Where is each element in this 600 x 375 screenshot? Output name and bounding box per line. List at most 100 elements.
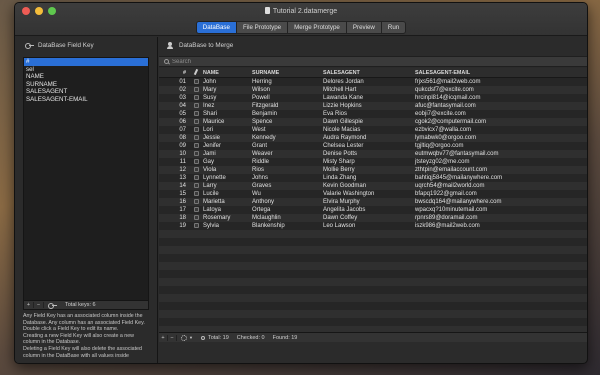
table-row[interactable]: 03 Susy Powell Lawanda Kane hrcinpl814@icqma… bbox=[159, 94, 587, 102]
table-row[interactable]: 02 Mary Wilson Mitchell Hart qukcdsf7@excite… bbox=[159, 86, 587, 94]
row-salesagent: Audra Raymond bbox=[323, 135, 367, 141]
row-checkbox[interactable] bbox=[193, 222, 199, 228]
row-checkbox[interactable] bbox=[193, 214, 199, 220]
table-row[interactable]: 10 Jami Weaver Denise Potts eutmwqbv77@fanta… bbox=[159, 150, 587, 158]
row-name: Inez bbox=[203, 103, 215, 109]
row-salesagent-email: bfapq1922@gmail.com bbox=[415, 191, 477, 197]
field-key-item[interactable]: SALESAGENT bbox=[24, 88, 148, 96]
tab-merge-prototype[interactable]: Merge Prototype bbox=[287, 21, 346, 34]
column-header-salesagent[interactable]: SALESAGENT bbox=[323, 70, 415, 76]
gear-icon[interactable] bbox=[181, 334, 187, 341]
table-row[interactable]: 17 Latoya Ortega Angelita Jacobs wpacxq?10mi… bbox=[159, 206, 587, 214]
tab-run[interactable]: Run bbox=[380, 21, 407, 34]
table-row[interactable]: 15 Lucile Wu Valarie Washington bfapq1922@gm… bbox=[159, 190, 587, 198]
column-header-salesagent-email[interactable]: SALESAGENT-EMAIL bbox=[415, 70, 587, 76]
table-row[interactable]: 07 Lori West Nicole Macias ezbvicx7@walla.co… bbox=[159, 126, 587, 134]
add-key-button[interactable]: + bbox=[24, 302, 34, 308]
row-salesagent-email: ezbvicx7@walla.com bbox=[415, 127, 472, 133]
field-key-item[interactable]: sel bbox=[24, 66, 148, 74]
table-row[interactable]: 13 Lynnette Johns Linda Zhang bahtiqj5845@ma… bbox=[159, 174, 587, 182]
row-checkbox[interactable] bbox=[193, 102, 199, 108]
chevron-down-icon[interactable]: ▼ bbox=[189, 335, 193, 340]
row-surname: Herring bbox=[252, 79, 272, 85]
column-header-selected[interactable] bbox=[189, 68, 203, 77]
row-checkbox-cell bbox=[189, 190, 203, 197]
table-row[interactable]: 01 John Herring Delores Jordan frjxs561@mail… bbox=[159, 78, 587, 86]
row-name: Larry bbox=[203, 183, 217, 189]
row-salesagent-email: jtsteyzg02@me.com bbox=[415, 159, 470, 165]
table-row[interactable]: 06 Maurice Spence Dawn Gillespie cgok2@compu… bbox=[159, 118, 587, 126]
table-row[interactable]: 08 Jessie Kennedy Audra Raymond lymabwk0@org… bbox=[159, 134, 587, 142]
row-salesagent: Kevin Goodman bbox=[323, 183, 367, 189]
row-salesagent: Angelita Jacobs bbox=[323, 207, 366, 213]
row-name: Gay bbox=[203, 159, 215, 165]
total-keys-label: Total keys: 6 bbox=[65, 302, 96, 308]
row-checkbox[interactable] bbox=[193, 166, 199, 172]
table-row[interactable]: 05 Shari Benjamin Eva Rios eobji7@excite.com bbox=[159, 110, 587, 118]
row-name: Lucile bbox=[203, 191, 219, 197]
row-checkbox[interactable] bbox=[193, 134, 199, 140]
row-checkbox[interactable] bbox=[193, 174, 199, 180]
row-checkbox[interactable] bbox=[193, 86, 199, 92]
empty-row bbox=[159, 262, 587, 270]
row-checkbox[interactable] bbox=[193, 206, 199, 212]
table-row[interactable]: 04 Inez Fitzgerald Lizzie Hopkins afuc@fanta… bbox=[159, 102, 587, 110]
field-key-panel: DataBase Field Key # sel NAME SURNAME SALESA… bbox=[15, 37, 158, 363]
row-checkbox[interactable] bbox=[193, 126, 199, 132]
row-name: Mary bbox=[203, 87, 217, 93]
row-checkbox[interactable] bbox=[193, 118, 199, 124]
table-header: # NAME SURNAME SALESAGENT SALESAGENT-EMA… bbox=[159, 68, 587, 78]
database-title: DataBase to Merge bbox=[179, 41, 234, 49]
row-surname: Ortega bbox=[252, 207, 271, 213]
row-salesagent-email: zthtpin@emailaccount.com bbox=[415, 167, 488, 173]
remove-key-button[interactable]: − bbox=[34, 302, 44, 308]
tab-preview[interactable]: Preview bbox=[345, 21, 381, 34]
row-surname: Wilson bbox=[252, 87, 271, 93]
row-checkbox[interactable] bbox=[193, 198, 199, 204]
table-row[interactable]: 09 Jenifer Grant Chelsea Lester tgjltiq@orgo… bbox=[159, 142, 587, 150]
document-icon bbox=[264, 7, 270, 14]
column-header-name[interactable]: NAME bbox=[203, 70, 252, 76]
field-key-item[interactable]: SALESAGENT-EMAIL bbox=[24, 96, 148, 104]
row-salesagent: Chelsea Lester bbox=[323, 143, 364, 149]
table-row[interactable]: 12 Viola Rios Mollie Berry zthtpin@emailacco… bbox=[159, 166, 587, 174]
table-row[interactable]: 11 Gay Riddle Misty Sharp jtsteyzg02@me.com bbox=[159, 158, 587, 166]
add-row-button[interactable]: + bbox=[159, 334, 168, 341]
row-checkbox[interactable] bbox=[193, 78, 199, 84]
search-input[interactable] bbox=[172, 58, 372, 65]
tab-file-prototype[interactable]: File Prototype bbox=[235, 21, 288, 34]
row-salesagent-email: afuc@fantasymail.com bbox=[415, 103, 476, 109]
field-key-item[interactable]: # bbox=[24, 58, 148, 66]
row-salesagent: Lizzie Hopkins bbox=[323, 103, 362, 109]
empty-row bbox=[159, 286, 587, 294]
row-number: 09 bbox=[179, 143, 186, 149]
column-header-number[interactable]: # bbox=[159, 70, 189, 76]
table-row[interactable]: 16 Marietta Anthony Elvira Murphy bwscdq164@… bbox=[159, 198, 587, 206]
row-salesagent-email: iszk986@mail2web.com bbox=[415, 223, 480, 229]
row-name: Lori bbox=[203, 127, 214, 133]
table-row[interactable]: 19 Sylvia Blankenship Leo Lawson iszk986@mai… bbox=[159, 222, 587, 230]
row-surname: Grant bbox=[252, 143, 268, 149]
row-salesagent-email: hrcinpl814@icqmail.com bbox=[415, 95, 481, 101]
row-checkbox[interactable] bbox=[193, 94, 199, 100]
person-icon bbox=[167, 41, 173, 49]
row-checkbox[interactable] bbox=[193, 110, 199, 116]
row-number: 14 bbox=[179, 183, 186, 189]
row-checkbox[interactable] bbox=[193, 158, 199, 164]
field-key-item[interactable]: NAME bbox=[24, 73, 148, 81]
row-checkbox[interactable] bbox=[193, 142, 199, 148]
field-key-header: DataBase Field Key bbox=[15, 37, 157, 53]
row-checkbox-cell bbox=[189, 78, 203, 85]
table-row[interactable]: 18 Rosemary Mclaughlin Dawn Coffey rpnrs89@d… bbox=[159, 214, 587, 222]
column-header-surname[interactable]: SURNAME bbox=[252, 70, 323, 76]
row-checkbox[interactable] bbox=[193, 190, 199, 196]
check-column-icon bbox=[193, 68, 199, 75]
remove-row-button[interactable]: − bbox=[168, 334, 177, 341]
row-number: 11 bbox=[179, 159, 186, 165]
row-checkbox[interactable] bbox=[193, 150, 199, 156]
table-row[interactable]: 14 Larry Graves Kevin Goodman uqrch54@mail2w… bbox=[159, 182, 587, 190]
key-icon bbox=[48, 303, 57, 309]
row-checkbox[interactable] bbox=[193, 182, 199, 188]
tab-database[interactable]: DataBase bbox=[195, 21, 236, 34]
field-key-item[interactable]: SURNAME bbox=[24, 81, 148, 89]
